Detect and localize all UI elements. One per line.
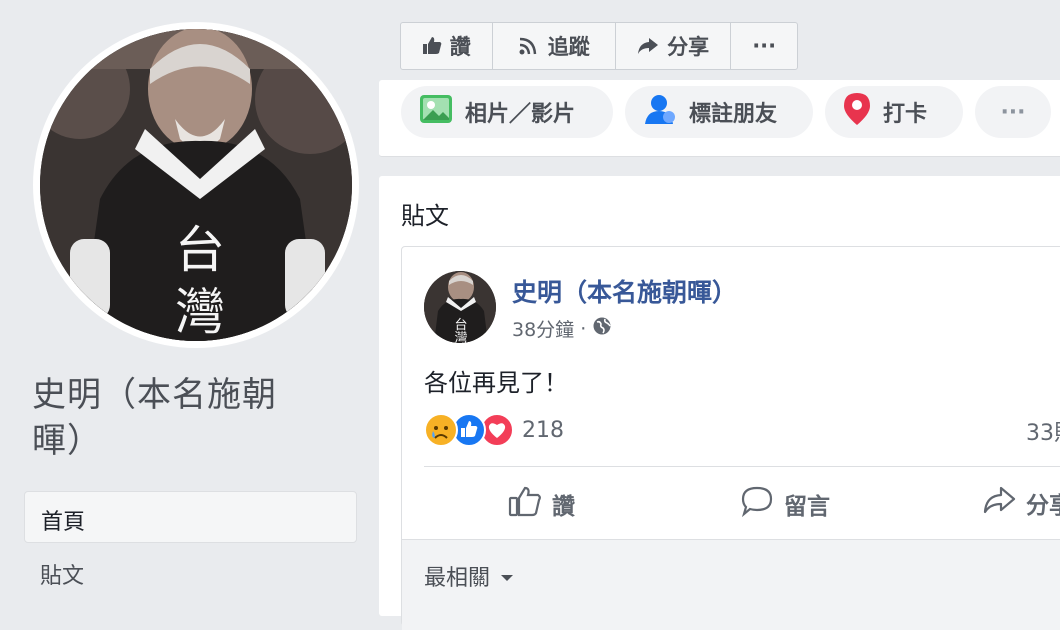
- post-avatar-illustration: 台 灣: [424, 271, 496, 343]
- posts-card: 貼文 台 灣 史明（本名施朝暉） 38分鐘 · 各位再見了！ 218 33 讚 …: [379, 176, 1060, 630]
- page-follow-label: 追蹤: [547, 35, 590, 59]
- post-body: 各位再見了！: [424, 369, 568, 397]
- page-like-label: 讚: [449, 35, 471, 59]
- nav-item-home[interactable]: 首頁: [24, 491, 357, 543]
- tag-friends-icon: [643, 93, 677, 131]
- page-name[interactable]: 史明（本名施朝暉）: [32, 372, 322, 464]
- thumbs-up-outline-icon: [508, 485, 542, 523]
- tag-friends-label: 標註朋友: [689, 102, 778, 127]
- post-actions-divider: [424, 466, 1060, 467]
- page-share-label: 分享: [667, 35, 710, 59]
- sad-reaction-icon: [424, 413, 458, 447]
- composer-card: 相片／影片 標註朋友 打卡 ···: [379, 80, 1060, 157]
- profile-picture[interactable]: 台 灣: [40, 29, 352, 341]
- share-outline-icon: [982, 485, 1016, 521]
- page-more-button[interactable]: ···: [731, 23, 797, 69]
- share-arrow-icon: [637, 37, 659, 55]
- svg-text:台: 台: [175, 221, 225, 279]
- photo-icon: [419, 94, 453, 130]
- photo-video-button[interactable]: 相片／影片: [401, 86, 613, 138]
- photo-video-label: 相片／影片: [465, 102, 576, 127]
- comments-sort-label: 最相關: [424, 566, 491, 591]
- post-comment-label: 留言: [784, 494, 830, 520]
- comment-bubble-icon: [740, 485, 774, 523]
- rss-icon: [518, 36, 540, 56]
- thumbs-up-icon: [422, 36, 442, 56]
- comment-count[interactable]: 33則: [1026, 415, 1060, 447]
- post-comment-button[interactable]: 留言: [740, 485, 830, 523]
- post-author-name[interactable]: 史明（本名施朝暉）: [512, 273, 737, 309]
- reactions-summary[interactable]: 218: [424, 413, 564, 447]
- post-share-button[interactable]: 分享: [982, 485, 1060, 521]
- location-pin-icon: [843, 92, 871, 132]
- meta-separator: ·: [580, 317, 587, 340]
- page-actions-bar: 讚 追蹤 分享 ···: [400, 22, 798, 70]
- post-meta: 38分鐘 ·: [512, 315, 612, 342]
- globe-icon[interactable]: [592, 316, 612, 341]
- post-author-avatar[interactable]: 台 灣: [424, 271, 496, 343]
- post-share-label: 分享: [1026, 493, 1060, 519]
- nav-item-posts[interactable]: 貼文: [40, 558, 84, 590]
- post-like-button[interactable]: 讚: [508, 485, 575, 523]
- reaction-count: 218: [522, 417, 564, 443]
- checkin-label: 打卡: [883, 102, 928, 127]
- tag-friends-button[interactable]: 標註朋友: [625, 86, 813, 138]
- composer-more-label: ···: [1000, 99, 1026, 125]
- posts-heading: 貼文: [401, 202, 449, 230]
- page-share-button[interactable]: 分享: [616, 23, 732, 69]
- post-timestamp[interactable]: 38分鐘: [512, 315, 574, 342]
- caret-down-icon: [500, 564, 514, 589]
- profile-picture-frame[interactable]: 台 灣: [33, 22, 359, 348]
- post-like-label: 讚: [552, 494, 575, 520]
- checkin-button[interactable]: 打卡: [825, 86, 963, 138]
- comments-sort-dropdown[interactable]: 最相關: [424, 560, 514, 592]
- page-follow-button[interactable]: 追蹤: [493, 23, 616, 69]
- svg-text:灣: 灣: [175, 283, 225, 341]
- page-like-button[interactable]: 讚: [401, 23, 493, 69]
- profile-photo-illustration: 台 灣: [40, 29, 352, 341]
- more-dots-label: ···: [752, 34, 777, 58]
- svg-text:灣: 灣: [454, 331, 467, 343]
- nav-item-home-label: 首頁: [41, 510, 86, 535]
- post: 台 灣 史明（本名施朝暉） 38分鐘 · 各位再見了！ 218 33則: [401, 246, 1060, 630]
- comments-sort-strip: 最相關: [402, 540, 1060, 630]
- composer-more-button[interactable]: ···: [975, 86, 1051, 138]
